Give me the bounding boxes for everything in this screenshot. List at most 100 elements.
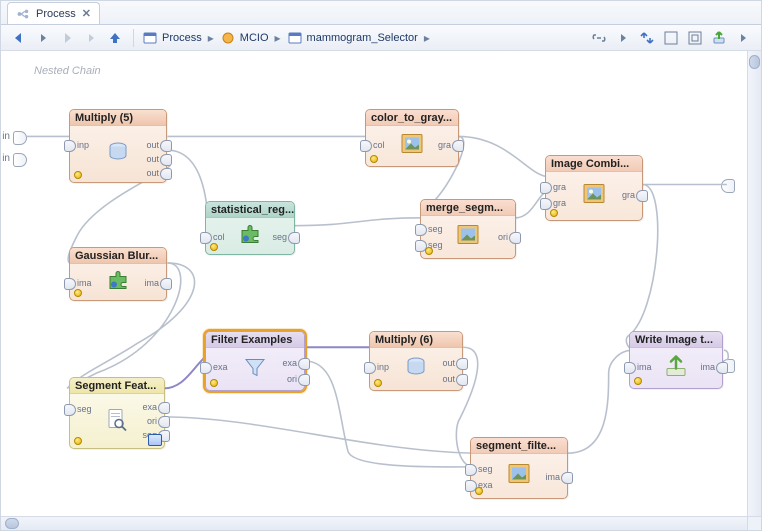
port-out[interactable]: ori (158, 416, 170, 428)
port-in[interactable]: exa (200, 362, 212, 374)
process-icon (16, 7, 30, 21)
node-segfeat[interactable]: Segment Feat... seg exa ori seg (69, 377, 165, 449)
back-menu-button[interactable] (33, 28, 53, 48)
status-indicator (74, 289, 82, 297)
breadcrumb-label-2: mammogram_Selector (307, 32, 418, 44)
port-out[interactable]: exa (158, 402, 170, 414)
port-in[interactable]: col (360, 140, 372, 152)
breadcrumb-label-0: Process (162, 32, 202, 44)
close-icon[interactable]: ✕ (82, 7, 91, 20)
scroll-thumb[interactable] (5, 518, 19, 529)
sync-button[interactable] (637, 28, 657, 48)
edge-in-port-1[interactable]: in (13, 131, 27, 145)
chevron-right-icon: ▸ (208, 31, 214, 45)
node-colortogray[interactable]: color_to_gray... col gra (365, 109, 459, 167)
node-multiply5[interactable]: Multiply (5) inp out out out (69, 109, 167, 183)
up-button[interactable] (105, 28, 125, 48)
chevron-right-icon: ▸ (424, 31, 430, 45)
node-segfilt[interactable]: segment_filte... seg exa ima (470, 437, 568, 499)
horizontal-scrollbar[interactable] (1, 516, 747, 530)
port-out[interactable]: out (160, 154, 172, 166)
process-tab[interactable]: Process ✕ (7, 2, 100, 24)
breadcrumb-seg-mammogram[interactable]: mammogram_Selector (287, 30, 418, 46)
node-statreg[interactable]: statistical_reg... col seg (205, 201, 295, 255)
node-title: Gaussian Blur... (70, 248, 166, 264)
vertical-scrollbar[interactable] (747, 51, 761, 516)
edge-out-port[interactable] (721, 179, 735, 193)
puzzle-icon (104, 267, 132, 298)
node-title: color_to_gray... (366, 110, 458, 126)
status-indicator (210, 379, 218, 387)
status-indicator (74, 437, 82, 445)
port-out[interactable]: out (160, 168, 172, 180)
port-out[interactable]: out (456, 374, 468, 386)
upload-icon (662, 353, 690, 384)
port-in[interactable]: gra (540, 198, 552, 210)
database-icon (104, 139, 132, 170)
port-out[interactable]: out (456, 358, 468, 370)
forward-button[interactable] (57, 28, 77, 48)
port-in[interactable]: inp (364, 362, 376, 374)
port-out[interactable]: gra (636, 190, 648, 202)
port-in[interactable]: inp (64, 140, 76, 152)
toolbar: Process ▸ MCIO ▸ mammogram_Selector ▸ (1, 25, 761, 51)
node-mergeseg[interactable]: merge_segm... seg seg ori (420, 199, 516, 259)
node-title: Multiply (5) (70, 110, 166, 126)
breadcrumb-seg-process[interactable]: Process (142, 30, 202, 46)
port-in[interactable]: seg (415, 224, 427, 236)
export-menu-button[interactable] (733, 28, 753, 48)
port-out[interactable]: ori (509, 232, 521, 244)
port-in[interactable]: col (200, 232, 212, 244)
app-window: Process ✕ Process ▸ MCIO ▸ (0, 0, 762, 531)
process-canvas[interactable]: Nested Chain in in (1, 51, 747, 516)
node-title: Multiply (6) (370, 332, 462, 348)
breadcrumb: Process ▸ MCIO ▸ mammogram_Selector ▸ (142, 30, 430, 46)
port-in[interactable]: gra (540, 182, 552, 194)
port-in[interactable]: seg (64, 404, 76, 416)
forward-menu-button[interactable] (81, 28, 101, 48)
port-out[interactable]: ima (716, 362, 728, 374)
breadcrumb-seg-mcio[interactable]: MCIO (220, 30, 269, 46)
node-title: segment_filte... (471, 438, 567, 454)
tab-title: Process (36, 8, 76, 20)
export-button[interactable] (709, 28, 729, 48)
status-indicator (550, 209, 558, 217)
scroll-thumb[interactable] (749, 55, 760, 69)
port-out[interactable]: ori (298, 374, 310, 386)
port-out[interactable]: gra (452, 140, 464, 152)
port-out[interactable]: seg (288, 232, 300, 244)
status-indicator (74, 171, 82, 179)
port-out[interactable]: exa (298, 358, 310, 370)
port-in[interactable]: ima (64, 278, 76, 290)
search-doc-icon (103, 406, 131, 437)
group-label: Nested Chain (34, 65, 101, 77)
node-gblur[interactable]: Gaussian Blur... ima ima (69, 247, 167, 301)
database-icon (402, 354, 430, 385)
port-out[interactable]: out (160, 140, 172, 152)
port-out[interactable]: ima (561, 472, 573, 484)
port-in[interactable]: ima (624, 362, 636, 374)
port-out[interactable]: ima (160, 278, 172, 290)
node-title: Image Combi... (546, 156, 642, 172)
puzzle-icon (236, 221, 264, 252)
node-writeimg[interactable]: Write Image t... ima ima (629, 331, 723, 389)
separator (133, 29, 134, 47)
canvas-wrap: Nested Chain in in (1, 51, 761, 530)
grid-fit-button[interactable] (685, 28, 705, 48)
picture-icon (454, 222, 482, 253)
node-filterex[interactable]: Filter Examples exa exa ori (205, 331, 305, 391)
status-indicator (374, 379, 382, 387)
port-in[interactable]: seg (465, 464, 477, 476)
grid-plain-button[interactable] (661, 28, 681, 48)
link-button[interactable] (589, 28, 609, 48)
back-button[interactable] (9, 28, 29, 48)
node-title: Segment Feat... (70, 378, 164, 394)
node-imagecomb[interactable]: Image Combi... gra gra gra (545, 155, 643, 221)
node-title: merge_segm... (421, 200, 515, 216)
breadcrumb-label-1: MCIO (240, 32, 269, 44)
node-multiply6[interactable]: Multiply (6) inp out out (369, 331, 463, 391)
funnel-icon (241, 354, 269, 385)
edge-in-port-2[interactable]: in (13, 153, 27, 167)
breakpoint-flag[interactable] (148, 434, 162, 446)
link-menu-button[interactable] (613, 28, 633, 48)
